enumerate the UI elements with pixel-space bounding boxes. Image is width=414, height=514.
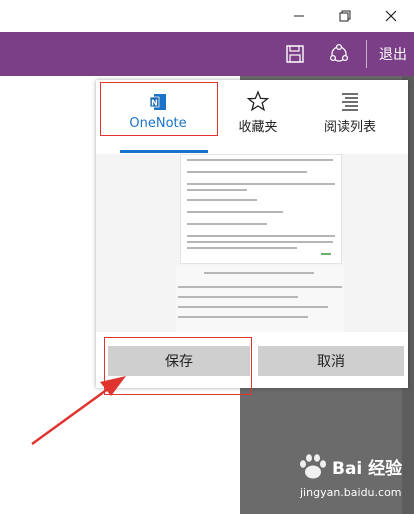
- save-highlight-box: [104, 337, 252, 395]
- exit-button[interactable]: 退出: [372, 32, 414, 76]
- preview-document: [180, 154, 342, 264]
- preview-text-line: [178, 286, 342, 288]
- active-tab-indicator: [120, 150, 208, 153]
- baidu-watermark: Bai 经验 jingyan.baidu.com: [296, 452, 408, 508]
- preview-text-line: [187, 247, 297, 249]
- share-button[interactable]: [320, 32, 358, 76]
- tab-reading-list-label: 阅读列表: [323, 120, 376, 135]
- close-button[interactable]: [368, 0, 414, 32]
- preview-text-line: [178, 296, 298, 298]
- star-icon: [247, 90, 269, 112]
- minimize-button[interactable]: [276, 0, 322, 32]
- preview-text-line: [187, 171, 307, 173]
- preview-text-line: [187, 189, 247, 191]
- onenote-highlight-box: [100, 82, 218, 136]
- preview-text-line: [187, 235, 335, 237]
- preview-text-line: [187, 211, 283, 213]
- preview-text-line: [178, 316, 308, 318]
- preview-text-line: [187, 223, 267, 225]
- preview-text-line: [187, 199, 257, 201]
- preview-document-lower: [176, 266, 344, 332]
- preview-link: [321, 253, 331, 255]
- close-icon: [385, 10, 397, 22]
- tab-favorites[interactable]: 收藏夹: [216, 80, 300, 152]
- exit-label: 退出: [379, 47, 407, 63]
- preview-text-line: [204, 272, 314, 274]
- destination-tabs: N OneNote 收藏夹 阅读列表: [96, 80, 408, 153]
- share-icon: [329, 43, 349, 62]
- tab-reading-list[interactable]: 阅读列表: [300, 80, 400, 152]
- watermark-url: jingyan.baidu.com: [300, 486, 402, 499]
- paw-logo-icon: [300, 454, 326, 479]
- preview-text-line: [187, 183, 335, 185]
- web-note-toolbar: 退出: [0, 32, 414, 76]
- watermark-brand: Bai 经验: [332, 459, 403, 479]
- tab-favorites-label: 收藏夹: [238, 120, 278, 135]
- reading-list-icon: [342, 93, 358, 111]
- preview-text-line: [187, 159, 333, 161]
- minimize-icon: [294, 15, 304, 17]
- cancel-button[interactable]: 取消: [258, 346, 404, 376]
- restore-icon: [339, 10, 351, 22]
- save-web-note-button[interactable]: [278, 32, 312, 76]
- title-bar: [0, 0, 414, 32]
- page-preview: [96, 154, 408, 332]
- preview-text-line: [178, 306, 328, 308]
- preview-text-line: [187, 241, 333, 243]
- restore-button[interactable]: [322, 0, 368, 32]
- toolbar-separator: [366, 40, 367, 68]
- floppy-disk-icon: [286, 45, 304, 63]
